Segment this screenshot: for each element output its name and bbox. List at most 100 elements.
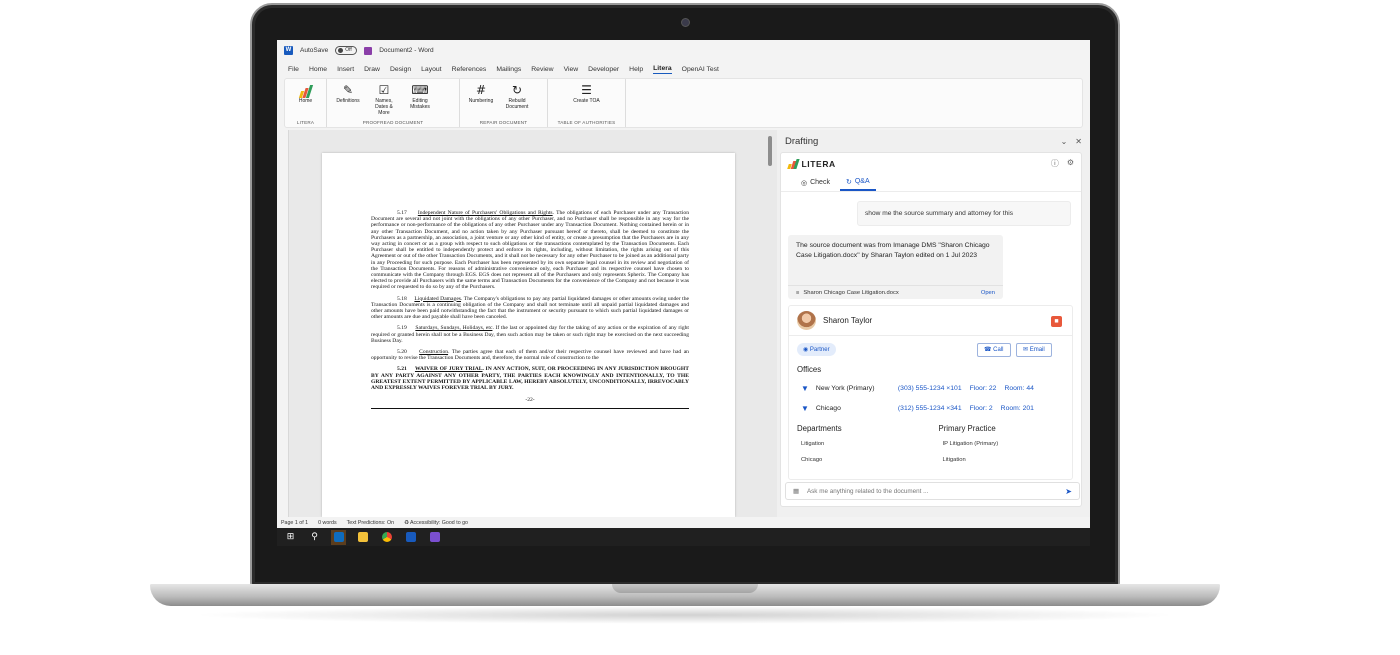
practice-item: IP Litigation (Primary): [942, 441, 999, 447]
office-room: Room: 44: [1004, 384, 1034, 392]
section-text: . The obligations of each Purchaser unde…: [371, 210, 689, 291]
tab-check[interactable]: ◎ Check: [795, 174, 836, 191]
section-heading: Saturdays, Sundays, Holidays, etc: [415, 325, 493, 332]
office-phone[interactable]: (312) 555-1234 ×341: [898, 405, 962, 412]
gear-icon[interactable]: ⚙: [1067, 158, 1074, 169]
windows-start-icon[interactable]: ⊞: [283, 530, 298, 545]
section-heading: Liquidated Damages: [414, 295, 461, 302]
title-bar: W AutoSave Off Document2 - Word: [277, 40, 1090, 61]
section-number: 5.19: [397, 325, 407, 332]
litera-panel: LITERA ⓘ ⚙ ◎ Check ↻ Q&A show me the sou…: [780, 152, 1082, 507]
contact-card: Sharon Taylor ■ ◉ Partner ☎ Call ✉ Email…: [788, 305, 1073, 480]
word-taskbar-icon[interactable]: [403, 530, 418, 545]
office-row: ▼ New York (Primary) (303) 555-1234 ×101…: [789, 378, 1072, 398]
tab-help[interactable]: Help: [629, 66, 643, 73]
tab-view[interactable]: View: [564, 66, 579, 73]
keyboard-icon: ⌨: [411, 83, 429, 97]
office-floor: Floor: 2: [969, 404, 993, 412]
chat-icon: ▦: [793, 487, 799, 495]
paragraph-5-17: 5.17 Independent Nature of Purchasers' O…: [371, 210, 689, 291]
tab-developer[interactable]: Developer: [588, 66, 619, 73]
tab-file[interactable]: File: [288, 66, 299, 73]
page-count[interactable]: Page 1 of 1: [281, 520, 308, 526]
location-pin-icon: ▼: [801, 383, 809, 393]
contact-header: Sharon Taylor ■: [789, 306, 1072, 336]
open-file-link[interactable]: Open: [981, 288, 995, 298]
assistant-message-text: The source document was from Imanage DMS…: [796, 242, 990, 259]
numbering-label: Numbering: [468, 98, 494, 104]
tab-home[interactable]: Home: [309, 66, 327, 73]
autosave-toggle[interactable]: Off: [335, 46, 358, 55]
refresh-icon: ↻: [511, 83, 523, 97]
ribbon-group-proofread: ✎ Definitions ☑ Names, Dates & More ⌨ Ed…: [327, 79, 460, 127]
visual-studio-icon[interactable]: [427, 530, 442, 545]
help-icon[interactable]: ⓘ: [1051, 158, 1059, 169]
definitions-icon: ✎: [342, 83, 354, 97]
tab-qa-label: Q&A: [854, 178, 870, 185]
departments-column: Departments Litigation Chicago: [789, 422, 931, 468]
work-area: 5.17 Independent Nature of Purchasers' O…: [277, 130, 1090, 517]
document-icon: ≡: [796, 289, 800, 296]
office-phone[interactable]: (303) 555-1234 ×101: [898, 385, 962, 392]
department-item: Litigation: [801, 441, 825, 447]
search-icon[interactable]: ⚲: [307, 530, 322, 545]
location-pin-icon: ▼: [801, 403, 809, 413]
ask-placeholder: Ask me anything related to the document …: [806, 487, 929, 495]
tab-draw[interactable]: Draw: [364, 66, 380, 73]
accessibility-status[interactable]: ♻ Accessibility: Good to go: [404, 520, 468, 526]
document-body[interactable]: 5.17 Independent Nature of Purchasers' O…: [371, 210, 689, 410]
tab-design[interactable]: Design: [390, 66, 411, 73]
office-room: Room: 201: [1000, 404, 1034, 412]
practice-title: Primary Practice: [938, 424, 996, 433]
call-button[interactable]: ☎ Call: [977, 343, 1011, 357]
email-label: Email: [1029, 347, 1045, 353]
close-icon[interactable]: ✕: [1075, 137, 1082, 146]
litera-logo-icon: [787, 158, 800, 169]
department-item: Chicago: [801, 457, 823, 463]
paragraph-5-19: 5.19 Saturdays, Sundays, Holidays, etc. …: [371, 325, 689, 344]
page-number: -22-: [525, 397, 535, 404]
chrome-icon[interactable]: [379, 530, 394, 545]
avatar: [797, 311, 816, 330]
calendar-check-icon: ☑: [378, 83, 390, 97]
office-floor: Floor: 22: [969, 384, 997, 392]
email-button[interactable]: ✉ Email: [1016, 343, 1052, 357]
tab-review[interactable]: Review: [531, 66, 553, 73]
text-predictions[interactable]: Text Predictions: On: [347, 520, 394, 526]
document-scrollbar[interactable]: [768, 136, 772, 166]
ask-input[interactable]: ▦ Ask me anything related to the documen…: [785, 482, 1080, 500]
document-page[interactable]: 5.17 Independent Nature of Purchasers' O…: [322, 153, 735, 517]
ribbon-group-label: TABLE OF AUTHORITIES: [557, 120, 616, 125]
status-bar: Page 1 of 1 0 words Text Predictions: On…: [277, 517, 1090, 528]
source-file-name: Sharon Chicago Case Litigation.docx: [803, 289, 899, 296]
tab-mailings[interactable]: Mailings: [496, 66, 521, 73]
send-icon[interactable]: ➤: [1065, 487, 1072, 496]
profile-badge-icon[interactable]: ■: [1051, 316, 1062, 327]
word-count[interactable]: 0 words: [318, 520, 337, 526]
file-explorer-icon[interactable]: [355, 530, 370, 545]
create-toa-label: Create TOA: [573, 98, 600, 104]
tab-openai-test[interactable]: OpenAI Test: [682, 66, 719, 73]
tab-references[interactable]: References: [452, 66, 487, 73]
litera-header: LITERA ⓘ ⚙: [781, 153, 1081, 174]
tab-insert[interactable]: Insert: [337, 66, 354, 73]
paragraph-5-20: 5.20 Construction. The parties agree tha…: [371, 349, 689, 361]
accessibility-icon: ♻: [404, 519, 409, 526]
role-badge: ◉ Partner: [797, 342, 836, 356]
outlook-icon[interactable]: [331, 529, 346, 545]
office-name: Chicago: [815, 404, 841, 412]
footer-rule: [371, 408, 689, 410]
tab-litera[interactable]: Litera: [653, 65, 672, 74]
tab-qa[interactable]: ↻ Q&A: [839, 174, 876, 191]
contact-name: Sharon Taylor: [823, 316, 873, 325]
laptop-shadow: [190, 606, 1180, 624]
ribbon-group-litera: Home LITERA: [285, 79, 327, 127]
tab-layout[interactable]: Layout: [421, 66, 441, 73]
check-icon: ◎: [801, 179, 808, 187]
mail-icon: ✉: [1023, 347, 1029, 353]
litera-home-label: Home: [298, 98, 313, 104]
save-icon[interactable]: [364, 46, 373, 55]
office-row: ▼ Chicago (312) 555-1234 ×341 Floor: 2 R…: [789, 398, 1072, 418]
ribbon-group-label: PROOFREAD DOCUMENT: [362, 120, 424, 125]
chevron-down-icon[interactable]: ⌄: [1061, 137, 1068, 146]
